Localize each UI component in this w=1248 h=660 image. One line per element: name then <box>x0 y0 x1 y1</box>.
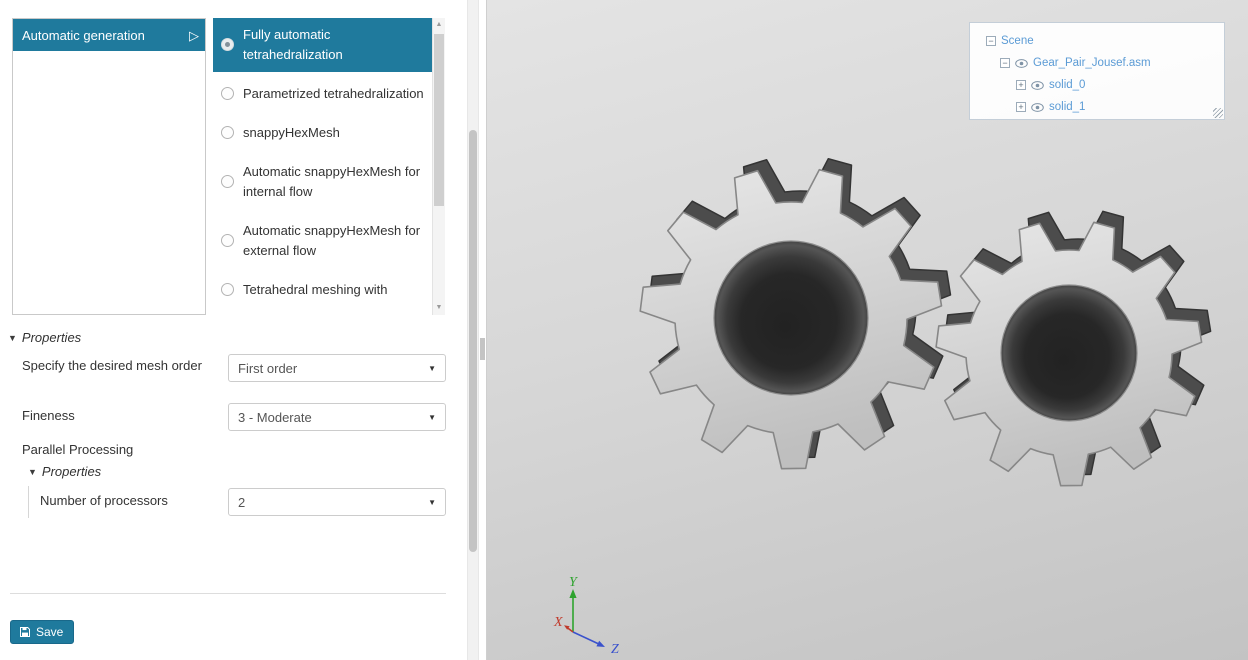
radio-selected-icon[interactable] <box>221 38 234 51</box>
visibility-eye-icon[interactable] <box>1031 102 1044 112</box>
options-scrollbar-thumb[interactable] <box>434 34 444 206</box>
panel-scrollbar[interactable] <box>467 0 479 660</box>
mesh-option[interactable]: Parametrized tetrahedralization <box>213 77 432 111</box>
axes-triad: Y Z X <box>553 575 619 657</box>
mesh-type-list: Fully automatic tetrahedralization Param… <box>213 18 445 315</box>
x-axis-label: X <box>553 615 563 630</box>
radio-icon[interactable] <box>221 126 234 139</box>
scroll-down-icon[interactable]: ▼ <box>433 301 445 315</box>
parallel-properties-header[interactable]: ▼ Properties <box>28 464 101 479</box>
tree-node-assembly[interactable]: − Gear_Pair_Jousef.asm <box>1000 52 1224 74</box>
collapse-icon[interactable]: − <box>1000 58 1010 68</box>
mesh-option[interactable]: snappyHexMesh <box>213 116 432 150</box>
save-button[interactable]: Save <box>10 620 75 644</box>
mesh-option[interactable]: Automatic snappyHexMesh for external flo… <box>213 214 432 268</box>
properties-header[interactable]: ▼ Properties <box>8 330 81 345</box>
assembly-label: Gear_Pair_Jousef.asm <box>1033 57 1151 69</box>
collapse-triangle-icon: ▼ <box>28 467 37 477</box>
tree-node-scene[interactable]: − Scene <box>986 30 1224 52</box>
viewport-scrollbar-thumb[interactable] <box>480 338 485 360</box>
mesh-option[interactable]: Fully automatic tetrahedralization <box>213 18 432 72</box>
scene-tree-panel: − Scene − Gear_Pair_Jousef.asm + solid_0 <box>969 22 1225 120</box>
gear1-bore <box>714 241 868 395</box>
panel-scrollbar-thumb[interactable] <box>469 130 477 552</box>
processors-value: 2 <box>238 494 246 510</box>
mesh-option-label: Tetrahedral meshing with <box>243 282 388 297</box>
fineness-label: Fineness <box>22 408 75 423</box>
settings-panel: Automatic generation ▷ Fully automatic t… <box>0 0 467 660</box>
collapse-icon[interactable]: − <box>986 36 996 46</box>
play-icon: ▷ <box>189 27 199 43</box>
collapse-triangle-icon: ▼ <box>8 333 17 343</box>
fineness-select[interactable]: 3 - Moderate ▼ <box>228 403 446 431</box>
mesh-generator-item[interactable]: Automatic generation ▷ <box>13 19 205 51</box>
solid0-label: solid_0 <box>1049 79 1086 91</box>
expand-icon[interactable]: + <box>1016 102 1026 112</box>
mesh-option-label: Automatic snappyHexMesh for external flo… <box>243 223 421 258</box>
y-axis-label: Y <box>569 575 579 590</box>
processors-label: Number of processors <box>40 493 168 508</box>
mesh-option-label: snappyHexMesh <box>243 125 340 140</box>
panel-resize-handle[interactable] <box>1213 108 1223 118</box>
mesh-option[interactable]: Automatic snappyHexMesh for internal flo… <box>213 155 432 209</box>
save-button-label: Save <box>36 625 64 639</box>
options-scrollbar[interactable]: ▲ ▼ <box>432 18 445 315</box>
visibility-eye-icon[interactable] <box>1031 80 1044 90</box>
processors-select[interactable]: 2 ▼ <box>228 488 446 516</box>
mesh-order-select[interactable]: First order ▼ <box>228 354 446 382</box>
indent-guide <box>28 486 29 518</box>
3d-viewport[interactable]: − Scene − Gear_Pair_Jousef.asm + solid_0 <box>486 0 1248 660</box>
scene-label: Scene <box>1001 35 1034 47</box>
chevron-down-icon: ▼ <box>428 497 436 507</box>
z-axis-label: Z <box>611 642 619 657</box>
visibility-eye-icon[interactable] <box>1015 58 1028 68</box>
radio-icon[interactable] <box>221 87 234 100</box>
radio-icon[interactable] <box>221 283 234 296</box>
divider <box>10 593 446 594</box>
tree-node-solid0[interactable]: + solid_0 <box>1016 74 1224 96</box>
save-icon <box>20 627 30 637</box>
mesh-option-label: Automatic snappyHexMesh for internal flo… <box>243 164 421 199</box>
parallel-processing-label: Parallel Processing <box>22 442 134 457</box>
gear2-bore <box>1001 285 1137 421</box>
mesh-generator-label: Automatic generation <box>22 27 145 43</box>
mesh-option-label: Fully automatic tetrahedralization <box>243 27 343 62</box>
mesh-generator-list: Automatic generation ▷ <box>12 18 206 315</box>
tree-node-solid1[interactable]: + solid_1 <box>1016 96 1224 118</box>
mesh-option-label: Parametrized tetrahedralization <box>243 86 424 101</box>
chevron-down-icon: ▼ <box>428 363 436 373</box>
radio-icon[interactable] <box>221 234 234 247</box>
radio-icon[interactable] <box>221 175 234 188</box>
expand-icon[interactable]: + <box>1016 80 1026 90</box>
mesh-option[interactable]: Tetrahedral meshing with <box>213 273 432 307</box>
mesh-order-label: Specify the desired mesh order <box>22 358 202 373</box>
mesh-order-value: First order <box>238 360 298 376</box>
chevron-down-icon: ▼ <box>428 412 436 422</box>
scroll-up-icon[interactable]: ▲ <box>433 18 445 32</box>
fineness-value: 3 - Moderate <box>238 409 312 425</box>
solid1-label: solid_1 <box>1049 101 1086 113</box>
